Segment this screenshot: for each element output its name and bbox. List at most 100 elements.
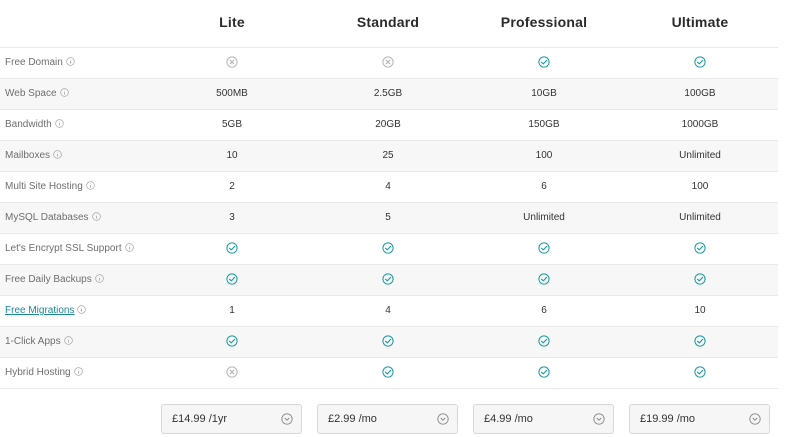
info-icon[interactable] — [54, 119, 64, 128]
price-select-standard[interactable]: £2.99 /mo — [317, 404, 458, 434]
feature-row: Mailboxes 10 25 100 Unlimited — [0, 140, 778, 171]
feature-cell-professional — [466, 234, 622, 264]
feature-label: Multi Site Hosting — [5, 172, 95, 202]
feature-label: Free Migrations — [5, 296, 87, 326]
feature-cell-lite — [154, 265, 310, 295]
feature-label-text: MySQL Databases — [5, 212, 89, 223]
feature-label: Bandwidth — [5, 110, 64, 140]
info-icon[interactable] — [73, 367, 83, 376]
feature-label: Web Space — [5, 79, 69, 109]
feature-row: Bandwidth 5GB 20GB 150GB 1000GB — [0, 109, 778, 140]
plan-header-row: Lite Standard Professional Ultimate — [0, 0, 778, 47]
check-icon — [382, 242, 394, 254]
feature-label: Mailboxes — [5, 141, 62, 171]
check-icon — [226, 242, 238, 254]
feature-cell-professional — [466, 327, 622, 357]
info-icon[interactable] — [53, 150, 62, 159]
feature-cell-lite: 3 — [154, 203, 310, 233]
feature-label-text: Mailboxes — [5, 150, 51, 161]
chevron-down-icon — [437, 413, 449, 425]
feature-rows: Free Domain Web Space 500MB 2.5GB 10GB 100GB B… — [0, 47, 778, 388]
price-select-professional[interactable]: £4.99 /mo — [473, 404, 614, 434]
price-select-value: £2.99 /mo — [328, 413, 377, 425]
plan-name-standard: Standard — [356, 14, 420, 30]
feature-row: Free Domain — [0, 47, 778, 78]
check-icon — [538, 242, 550, 254]
feature-row: Hybrid Hosting — [0, 357, 778, 388]
chevron-down-icon — [281, 413, 293, 425]
info-icon[interactable] — [94, 274, 104, 283]
chevron-down-icon — [593, 413, 605, 425]
feature-row: Web Space 500MB 2.5GB 10GB 100GB — [0, 78, 778, 109]
feature-label-text: Web Space — [5, 88, 57, 99]
info-icon[interactable] — [59, 88, 69, 97]
feature-cell-lite — [154, 234, 310, 264]
feature-label-text: Let's Encrypt SSL Support — [5, 243, 122, 254]
feature-cell-ultimate: 1000GB — [622, 110, 778, 140]
feature-cell-lite: 10 — [154, 141, 310, 171]
check-icon — [538, 56, 550, 68]
feature-value: Unlimited — [679, 150, 721, 161]
feature-label-text: Free Domain — [5, 57, 63, 68]
feature-cell-professional: 6 — [466, 172, 622, 202]
feature-value: 100GB — [684, 88, 716, 99]
info-icon[interactable] — [86, 181, 95, 190]
price-select-value: £19.99 /mo — [640, 413, 696, 425]
feature-label: 1-Click Apps — [5, 327, 73, 357]
feature-value: 4 — [385, 305, 391, 316]
feature-cell-standard — [310, 234, 466, 264]
feature-value: 10 — [694, 305, 706, 316]
feature-label: Hybrid Hosting — [5, 358, 83, 388]
price-select-ultimate[interactable]: £19.99 /mo — [629, 404, 770, 434]
feature-cell-ultimate — [622, 48, 778, 78]
cross-icon — [382, 56, 394, 68]
feature-cell-ultimate: Unlimited — [622, 203, 778, 233]
check-icon — [382, 335, 394, 347]
feature-cell-ultimate — [622, 234, 778, 264]
feature-row: Free Daily Backups — [0, 264, 778, 295]
free-migrations-link[interactable]: Free Migrations — [5, 305, 74, 316]
feature-cell-standard: 25 — [310, 141, 466, 171]
feature-cell-lite — [154, 48, 310, 78]
feature-value: 4 — [385, 181, 391, 192]
check-icon — [694, 335, 706, 347]
plan-name-ultimate: Ultimate — [671, 14, 729, 30]
feature-cell-standard — [310, 48, 466, 78]
feature-cell-standard: 5 — [310, 203, 466, 233]
check-icon — [226, 273, 238, 285]
price-select-lite[interactable]: £14.99 /1yr — [161, 404, 302, 434]
plan-name-lite: Lite — [219, 14, 245, 30]
info-icon[interactable] — [124, 243, 134, 252]
feature-value: 5 — [385, 212, 391, 223]
info-icon[interactable] — [66, 57, 75, 66]
feature-cell-professional: 6 — [466, 296, 622, 326]
feature-value: Unlimited — [679, 212, 721, 223]
info-icon[interactable] — [91, 212, 101, 221]
feature-value: 2.5GB — [373, 88, 403, 99]
feature-label-text: Bandwidth — [5, 119, 52, 130]
feature-cell-ultimate: 100GB — [622, 79, 778, 109]
feature-cell-ultimate: 10 — [622, 296, 778, 326]
feature-value: 500MB — [216, 88, 248, 99]
feature-value: 10GB — [531, 88, 557, 99]
feature-cell-standard: 20GB — [310, 110, 466, 140]
feature-cell-professional: Unlimited — [466, 203, 622, 233]
feature-cell-lite — [154, 358, 310, 388]
check-icon — [694, 56, 706, 68]
feature-value: 5GB — [221, 119, 242, 130]
feature-value: 1000GB — [681, 119, 719, 130]
info-icon[interactable] — [63, 336, 73, 345]
feature-label-text: Hybrid Hosting — [5, 367, 71, 378]
feature-value: Unlimited — [523, 212, 565, 223]
feature-row: Free Migrations 1 4 6 10 — [0, 295, 778, 326]
feature-cell-standard — [310, 327, 466, 357]
feature-row: 1-Click Apps — [0, 326, 778, 357]
price-select-value: £14.99 /1yr — [172, 413, 228, 425]
feature-value: 100 — [535, 150, 553, 161]
plan-name-professional: Professional — [500, 14, 588, 30]
info-icon[interactable] — [77, 305, 87, 314]
feature-cell-standard: 4 — [310, 172, 466, 202]
feature-cell-lite — [154, 327, 310, 357]
feature-cell-professional: 10GB — [466, 79, 622, 109]
pricing-comparison-table: Lite Standard Professional Ultimate Free… — [0, 0, 794, 437]
